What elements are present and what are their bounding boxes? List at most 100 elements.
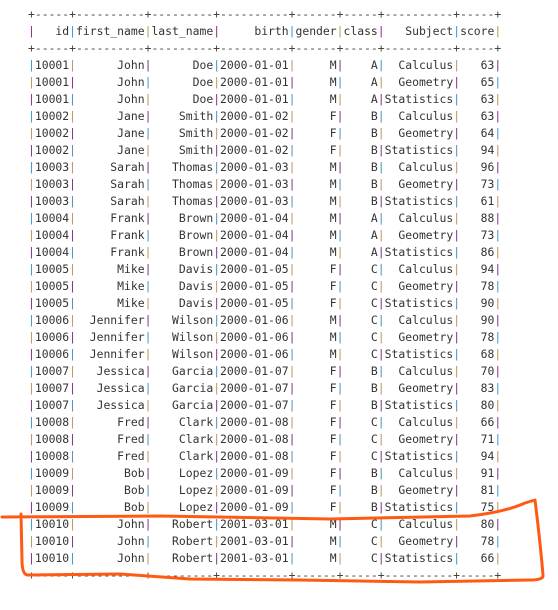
- column-separator: |: [377, 245, 385, 259]
- cell-birth: 2000-01-07: [220, 398, 289, 412]
- cell-first-name: Fred: [76, 415, 145, 429]
- column-separator: |: [69, 177, 77, 191]
- cell-subject: Calculus: [384, 109, 454, 123]
- table-row: |10007| Jessica| Garcia|2000-01-07| F| B…: [28, 380, 501, 397]
- cell-subject: Geometry: [384, 432, 454, 446]
- column-header-first-name: first_name: [76, 24, 145, 38]
- table-row: |10005| Mike| Davis|2000-01-05| F| C|Sta…: [28, 295, 501, 312]
- column-separator: |: [28, 160, 35, 174]
- column-separator: |: [28, 245, 35, 259]
- cell-subject: Geometry: [384, 126, 454, 140]
- cell-class: C: [343, 449, 378, 463]
- cell-last-name: Thomas: [151, 160, 214, 174]
- cell-subject: Geometry: [384, 330, 454, 344]
- cell-score: 78: [460, 330, 495, 344]
- column-separator: |: [377, 449, 385, 463]
- cell-first-name: John: [76, 534, 145, 548]
- cell-subject: Calculus: [384, 364, 454, 378]
- cell-birth: 2000-01-03: [220, 160, 289, 174]
- cell-last-name: Lopez: [151, 483, 214, 497]
- column-separator: |: [494, 347, 502, 361]
- cell-gender: F: [295, 381, 337, 395]
- cell-id: 10010: [34, 551, 70, 565]
- column-separator: |: [494, 534, 502, 548]
- cell-first-name: Sarah: [76, 160, 145, 174]
- cell-gender: F: [295, 126, 337, 140]
- cell-class: C: [343, 279, 378, 293]
- column-separator: |: [494, 126, 502, 140]
- column-separator: |: [69, 211, 77, 225]
- cell-score: 71: [460, 432, 495, 446]
- column-header-last-name: last_name: [151, 24, 214, 38]
- column-separator: |: [377, 228, 385, 242]
- column-separator: |: [69, 24, 77, 38]
- cell-id: 10009: [34, 466, 70, 480]
- column-separator: |: [377, 109, 385, 123]
- cell-first-name: John: [76, 517, 145, 531]
- column-separator: |: [494, 381, 502, 395]
- cell-first-name: Mike: [76, 296, 145, 310]
- cell-class: B: [343, 177, 378, 191]
- cell-class: A: [343, 211, 378, 225]
- column-separator: |: [377, 500, 385, 514]
- column-separator: |: [28, 364, 35, 378]
- column-separator: |: [377, 211, 385, 225]
- cell-subject: Statistics: [384, 245, 454, 259]
- column-separator: |: [28, 500, 35, 514]
- cell-class: A: [343, 245, 378, 259]
- column-separator: |: [336, 194, 344, 208]
- table-row: |10008| Fred| Clark|2000-01-08| F| C| Ge…: [28, 431, 501, 448]
- cell-subject: Geometry: [384, 534, 454, 548]
- cell-id: 10004: [34, 245, 70, 259]
- column-separator: |: [69, 517, 77, 531]
- column-separator: |: [377, 398, 385, 412]
- column-separator: |: [69, 398, 77, 412]
- table-row: |10009| Bob| Lopez|2000-01-09| F| B|Stat…: [28, 499, 501, 516]
- column-separator: |: [28, 143, 35, 157]
- cell-last-name: Thomas: [151, 177, 214, 191]
- cell-subject: Geometry: [384, 75, 454, 89]
- cell-gender: M: [295, 534, 337, 548]
- cell-gender: M: [295, 177, 337, 191]
- column-separator: |: [69, 381, 77, 395]
- cell-last-name: Garcia: [151, 381, 214, 395]
- cell-first-name: Fred: [76, 432, 145, 446]
- column-separator: |: [336, 211, 344, 225]
- column-header-birth: birth: [220, 24, 289, 38]
- cell-id: 10009: [34, 500, 70, 514]
- cell-last-name: Brown: [151, 211, 214, 225]
- cell-id: 10004: [34, 211, 70, 225]
- column-separator: |: [69, 262, 77, 276]
- cell-birth: 2000-01-07: [220, 381, 289, 395]
- cell-birth: 2000-01-02: [220, 126, 289, 140]
- table-row: |10008| Fred| Clark|2000-01-08| F| C|Sta…: [28, 448, 501, 465]
- cell-id: 10010: [34, 517, 70, 531]
- column-separator: |: [28, 432, 35, 446]
- column-separator: |: [69, 109, 77, 123]
- cell-subject: Calculus: [384, 58, 454, 72]
- cell-id: 10005: [34, 262, 70, 276]
- cell-class: B: [343, 109, 378, 123]
- cell-score: 96: [460, 160, 495, 174]
- cell-birth: 2000-01-02: [220, 143, 289, 157]
- cell-birth: 2000-01-04: [220, 245, 289, 259]
- cell-score: 90: [460, 296, 495, 310]
- console-output: +-----+----------+---------+----------+-…: [28, 6, 501, 584]
- column-separator: |: [336, 126, 344, 140]
- cell-class: B: [343, 126, 378, 140]
- cell-birth: 2000-01-05: [220, 262, 289, 276]
- column-separator: |: [336, 449, 344, 463]
- cell-gender: F: [295, 500, 337, 514]
- column-separator: |: [494, 245, 502, 259]
- cell-class: C: [343, 262, 378, 276]
- cell-id: 10001: [34, 58, 70, 72]
- cell-subject: Calculus: [384, 466, 454, 480]
- cell-gender: F: [295, 296, 337, 310]
- cell-id: 10002: [34, 143, 70, 157]
- cell-score: 63: [460, 92, 495, 106]
- column-separator: |: [494, 279, 502, 293]
- cell-id: 10005: [34, 296, 70, 310]
- cell-first-name: Mike: [76, 279, 145, 293]
- column-separator: |: [494, 92, 502, 106]
- cell-first-name: Bob: [76, 500, 145, 514]
